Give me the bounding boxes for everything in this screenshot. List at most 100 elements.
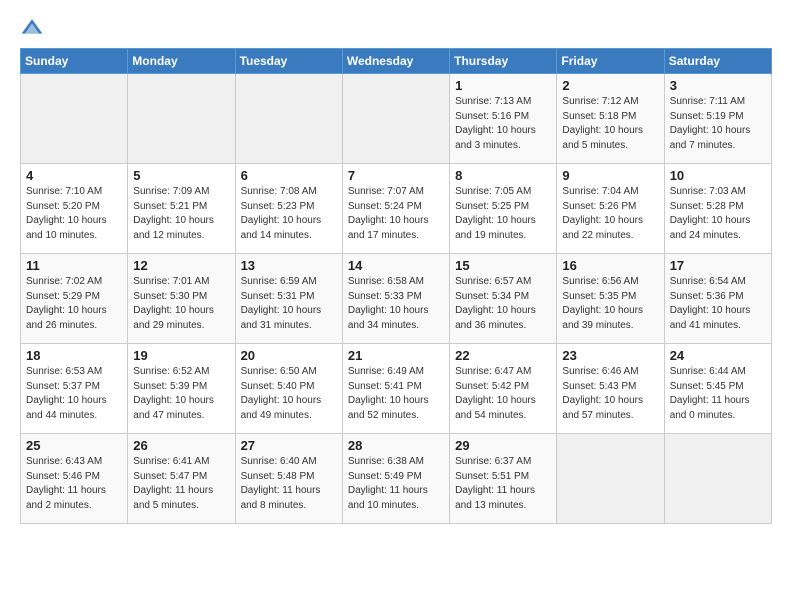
calendar-cell: 18 Sunrise: 6:53 AMSunset: 5:37 PMDayligh… [21,344,128,434]
calendar-cell: 28 Sunrise: 6:38 AMSunset: 5:49 PMDayligh… [342,434,449,524]
cell-info: Sunrise: 7:09 AMSunset: 5:21 PMDaylight:… [133,185,229,243]
day-header-friday: Friday [557,49,664,74]
cell-info: Sunrise: 7:05 AMSunset: 5:25 PMDaylight:… [455,185,551,243]
calendar-cell: 11 Sunrise: 7:02 AMSunset: 5:29 PMDayligh… [21,254,128,344]
day-number: 19 [133,348,229,363]
cell-info: Sunrise: 7:01 AMSunset: 5:30 PMDaylight:… [133,275,229,333]
cell-info: Sunrise: 6:53 AMSunset: 5:37 PMDaylight:… [26,365,122,423]
logo [20,16,48,40]
day-number: 20 [241,348,337,363]
calendar-cell: 22 Sunrise: 6:47 AMSunset: 5:42 PMDayligh… [450,344,557,434]
day-number: 23 [562,348,658,363]
day-header-thursday: Thursday [450,49,557,74]
cell-info: Sunrise: 6:49 AMSunset: 5:41 PMDaylight:… [348,365,444,423]
day-number: 14 [348,258,444,273]
cell-info: Sunrise: 7:10 AMSunset: 5:20 PMDaylight:… [26,185,122,243]
calendar-cell: 15 Sunrise: 6:57 AMSunset: 5:34 PMDayligh… [450,254,557,344]
calendar-cell: 4Sunrise: 7:10 AMSunset: 5:20 PMDaylight… [21,164,128,254]
logo-icon [20,16,44,40]
calendar-cell: 6Sunrise: 7:08 AMSunset: 5:23 PMDaylight… [235,164,342,254]
week-row-5: 25 Sunrise: 6:43 AMSunset: 5:46 PMDayligh… [21,434,772,524]
day-header-sunday: Sunday [21,49,128,74]
day-header-monday: Monday [128,49,235,74]
cell-info: Sunrise: 6:43 AMSunset: 5:46 PMDaylight:… [26,455,122,513]
cell-info: Sunrise: 6:58 AMSunset: 5:33 PMDaylight:… [348,275,444,333]
cell-info: Sunrise: 6:59 AMSunset: 5:31 PMDaylight:… [241,275,337,333]
header [20,16,772,40]
cell-info: Sunrise: 7:04 AMSunset: 5:26 PMDaylight:… [562,185,658,243]
calendar-cell: 19Sunrise: 6:52 AMSunset: 5:39 PMDayligh… [128,344,235,434]
cell-info: Sunrise: 6:40 AMSunset: 5:48 PMDaylight:… [241,455,337,513]
calendar-cell: 23Sunrise: 6:46 AMSunset: 5:43 PMDayligh… [557,344,664,434]
calendar-cell: 29 Sunrise: 6:37 AMSunset: 5:51 PMDayligh… [450,434,557,524]
day-number: 17 [670,258,766,273]
day-number: 22 [455,348,551,363]
calendar-cell: 27Sunrise: 6:40 AMSunset: 5:48 PMDayligh… [235,434,342,524]
calendar-cell: 14 Sunrise: 6:58 AMSunset: 5:33 PMDayligh… [342,254,449,344]
calendar-cell: 7Sunrise: 7:07 AMSunset: 5:24 PMDaylight… [342,164,449,254]
day-number: 7 [348,168,444,183]
calendar-cell: 2 Sunrise: 7:12 AMSunset: 5:18 PMDaylight… [557,74,664,164]
day-number: 25 [26,438,122,453]
calendar-cell: 9 Sunrise: 7:04 AMSunset: 5:26 PMDaylight… [557,164,664,254]
calendar-cell: 1 Sunrise: 7:13 AMSunset: 5:16 PMDaylight… [450,74,557,164]
week-row-2: 4Sunrise: 7:10 AMSunset: 5:20 PMDaylight… [21,164,772,254]
calendar-table: SundayMondayTuesdayWednesdayThursdayFrid… [20,48,772,524]
cell-info: Sunrise: 6:38 AMSunset: 5:49 PMDaylight:… [348,455,444,513]
calendar-cell [128,74,235,164]
day-number: 5 [133,168,229,183]
cell-info: Sunrise: 6:54 AMSunset: 5:36 PMDaylight:… [670,275,766,333]
calendar-cell: 21 Sunrise: 6:49 AMSunset: 5:41 PMDayligh… [342,344,449,434]
week-row-3: 11 Sunrise: 7:02 AMSunset: 5:29 PMDayligh… [21,254,772,344]
day-number: 29 [455,438,551,453]
calendar-cell: 20 Sunrise: 6:50 AMSunset: 5:40 PMDayligh… [235,344,342,434]
calendar-cell: 8 Sunrise: 7:05 AMSunset: 5:25 PMDaylight… [450,164,557,254]
cell-info: Sunrise: 6:44 AMSunset: 5:45 PMDaylight:… [670,365,766,423]
calendar-cell: 12Sunrise: 7:01 AMSunset: 5:30 PMDayligh… [128,254,235,344]
cell-info: Sunrise: 6:57 AMSunset: 5:34 PMDaylight:… [455,275,551,333]
day-number: 26 [133,438,229,453]
day-number: 6 [241,168,337,183]
day-header-saturday: Saturday [664,49,771,74]
calendar-cell [21,74,128,164]
calendar-cell: 16 Sunrise: 6:56 AMSunset: 5:35 PMDayligh… [557,254,664,344]
day-number: 2 [562,78,658,93]
cell-info: Sunrise: 6:41 AMSunset: 5:47 PMDaylight:… [133,455,229,513]
day-number: 16 [562,258,658,273]
cell-info: Sunrise: 7:12 AMSunset: 5:18 PMDaylight:… [562,95,658,153]
calendar-cell: 5 Sunrise: 7:09 AMSunset: 5:21 PMDaylight… [128,164,235,254]
calendar-cell: 10Sunrise: 7:03 AMSunset: 5:28 PMDayligh… [664,164,771,254]
cell-info: Sunrise: 6:50 AMSunset: 5:40 PMDaylight:… [241,365,337,423]
day-number: 18 [26,348,122,363]
calendar-cell: 26 Sunrise: 6:41 AMSunset: 5:47 PMDayligh… [128,434,235,524]
cell-info: Sunrise: 6:47 AMSunset: 5:42 PMDaylight:… [455,365,551,423]
day-number: 21 [348,348,444,363]
calendar-cell: 25 Sunrise: 6:43 AMSunset: 5:46 PMDayligh… [21,434,128,524]
day-number: 13 [241,258,337,273]
cell-info: Sunrise: 6:56 AMSunset: 5:35 PMDaylight:… [562,275,658,333]
calendar-cell: 17 Sunrise: 6:54 AMSunset: 5:36 PMDayligh… [664,254,771,344]
day-number: 3 [670,78,766,93]
week-row-1: 1 Sunrise: 7:13 AMSunset: 5:16 PMDaylight… [21,74,772,164]
calendar-cell: 3 Sunrise: 7:11 AMSunset: 5:19 PMDaylight… [664,74,771,164]
cell-info: Sunrise: 6:37 AMSunset: 5:51 PMDaylight:… [455,455,551,513]
day-number: 10 [670,168,766,183]
day-number: 28 [348,438,444,453]
calendar-cell [342,74,449,164]
day-number: 24 [670,348,766,363]
calendar-cell [664,434,771,524]
day-header-tuesday: Tuesday [235,49,342,74]
day-number: 15 [455,258,551,273]
day-number: 8 [455,168,551,183]
day-number: 9 [562,168,658,183]
cell-info: Sunrise: 7:02 AMSunset: 5:29 PMDaylight:… [26,275,122,333]
day-number: 1 [455,78,551,93]
day-header-wednesday: Wednesday [342,49,449,74]
calendar-cell: 24 Sunrise: 6:44 AMSunset: 5:45 PMDayligh… [664,344,771,434]
calendar-cell [235,74,342,164]
cell-info: Sunrise: 7:13 AMSunset: 5:16 PMDaylight:… [455,95,551,153]
day-number: 11 [26,258,122,273]
week-row-4: 18 Sunrise: 6:53 AMSunset: 5:37 PMDayligh… [21,344,772,434]
calendar-cell: 13 Sunrise: 6:59 AMSunset: 5:31 PMDayligh… [235,254,342,344]
cell-info: Sunrise: 7:11 AMSunset: 5:19 PMDaylight:… [670,95,766,153]
